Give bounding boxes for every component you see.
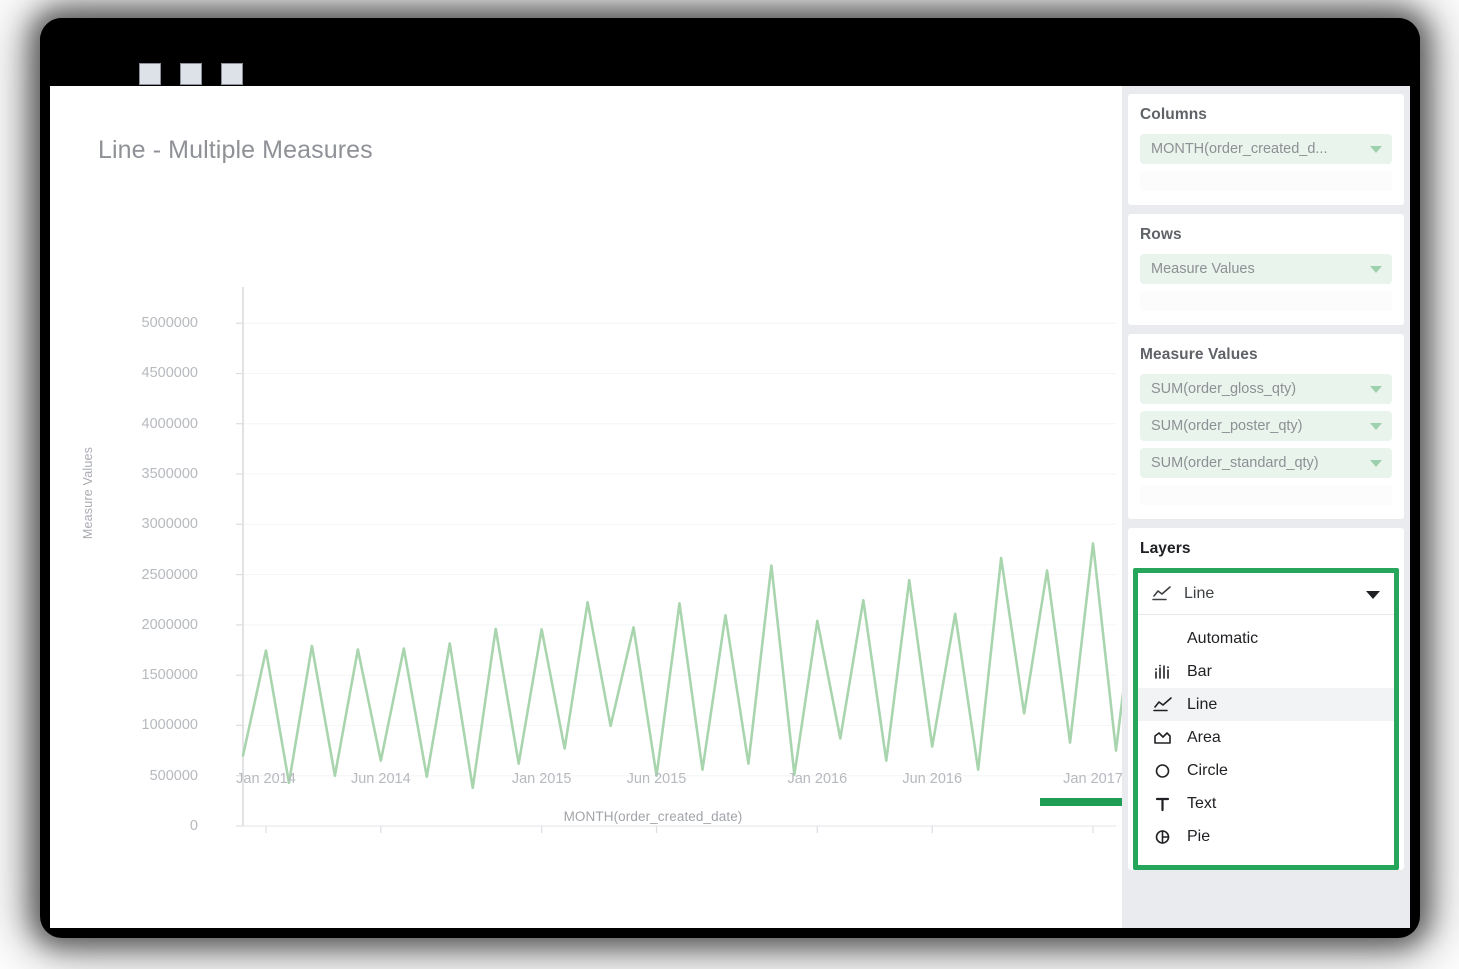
caret-down-icon[interactable]: [1370, 386, 1382, 393]
line-chart-icon: [1152, 695, 1174, 715]
bar-chart-icon: [1152, 662, 1174, 682]
measure-pill-gloss[interactable]: SUM(order_gloss_qty): [1140, 374, 1392, 404]
measure-values-card: Measure Values SUM(order_gloss_qty) SUM(…: [1128, 334, 1404, 519]
caret-down-icon[interactable]: [1370, 460, 1382, 467]
layers-menu-item-line[interactable]: Line: [1138, 688, 1394, 721]
measure-pill-label: SUM(order_poster_qty): [1151, 418, 1303, 434]
caret-down-icon[interactable]: [1370, 146, 1382, 153]
rows-title: Rows: [1140, 226, 1392, 244]
layers-menu-item-label: Line: [1187, 696, 1217, 714]
layers-menu-item-label: Pie: [1187, 828, 1210, 846]
x-axis-tick-label: Jun 2014: [351, 771, 411, 787]
window-titlebar: [40, 18, 1420, 86]
measure-pill-label: SUM(order_gloss_qty): [1151, 381, 1296, 397]
x-axis-tick-label: Jun 2016: [902, 771, 962, 787]
columns-pill-label: MONTH(order_created_d...: [1151, 141, 1327, 157]
layers-menu-item-label: Automatic: [1187, 630, 1258, 648]
right-sidebar: Columns MONTH(order_created_d... Rows Me…: [1122, 86, 1410, 928]
layers-menu-item-text[interactable]: Text: [1138, 787, 1394, 820]
layers-card: Layers Line Automa: [1128, 528, 1404, 870]
layers-menu-item-label: Circle: [1187, 762, 1228, 780]
layers-menu-item-area[interactable]: Area: [1138, 721, 1394, 754]
measure-values-dropzone[interactable]: [1140, 485, 1392, 505]
layers-dropdown-menu: Automatic Bar Line Area Circle Text: [1138, 615, 1394, 865]
measure-values-title: Measure Values: [1140, 346, 1392, 364]
caret-down-icon[interactable]: [1370, 423, 1382, 430]
rows-pill-measure-values[interactable]: Measure Values: [1140, 254, 1392, 284]
window-button-1[interactable]: [139, 63, 161, 85]
measure-pill-standard[interactable]: SUM(order_standard_qty): [1140, 448, 1392, 478]
x-axis-tick-label: Jan 2016: [787, 771, 847, 787]
app-body: Line - Multiple Measures 050000010000001…: [50, 86, 1410, 928]
line-chart-icon: [1152, 586, 1172, 602]
rows-dropzone[interactable]: [1140, 291, 1392, 311]
x-axis-tick-label: Jun 2015: [627, 771, 687, 787]
x-axis-title: MONTH(order_created_date): [198, 809, 1108, 824]
layers-menu-item-pie[interactable]: Pie: [1138, 820, 1394, 853]
layers-selected-label: Line: [1184, 585, 1214, 603]
x-axis-ticks: Jan 2014 Jun 2014 Jan 2015 Jun 2015 Jan 2016…: [50, 86, 1122, 928]
measure-pill-label: SUM(order_standard_qty): [1151, 455, 1319, 471]
layers-menu-item-label: Text: [1187, 795, 1216, 813]
x-axis-tick-label: Jan 2015: [512, 771, 572, 787]
chart-pane: Line - Multiple Measures 050000010000001…: [50, 86, 1122, 928]
rows-pill-label: Measure Values: [1151, 261, 1255, 277]
area-chart-icon: [1152, 728, 1174, 748]
rows-card: Rows Measure Values: [1128, 214, 1404, 325]
window-button-2[interactable]: [180, 63, 202, 85]
pie-chart-icon: [1152, 827, 1174, 847]
x-axis-tick-label: Jan 2014: [236, 771, 296, 787]
caret-down-icon[interactable]: [1370, 266, 1382, 273]
columns-title: Columns: [1140, 106, 1392, 124]
columns-dropzone[interactable]: [1140, 171, 1392, 191]
measure-pill-poster[interactable]: SUM(order_poster_qty): [1140, 411, 1392, 441]
layers-menu-item-label: Bar: [1187, 663, 1212, 681]
layers-menu-item-bar[interactable]: Bar: [1138, 655, 1394, 688]
layers-dropdown-highlight: Line Automatic Bar Line Area Circle: [1133, 568, 1399, 870]
chevron-down-icon[interactable]: [1366, 591, 1380, 599]
application-window: Line - Multiple Measures 050000010000001…: [40, 18, 1420, 938]
columns-card: Columns MONTH(order_created_d...: [1128, 94, 1404, 205]
layers-menu-item-automatic[interactable]: Automatic: [1138, 622, 1394, 655]
layers-select-trigger[interactable]: Line: [1138, 573, 1394, 615]
window-button-3[interactable]: [221, 63, 243, 85]
text-icon: [1152, 794, 1174, 814]
screenshot-root: Line - Multiple Measures 050000010000001…: [0, 0, 1459, 969]
columns-pill-month[interactable]: MONTH(order_created_d...: [1140, 134, 1392, 164]
layers-menu-item-label: Area: [1187, 729, 1221, 747]
y-axis-title: Measure Values: [81, 423, 95, 563]
layers-title: Layers: [1140, 540, 1392, 558]
layers-menu-item-circle[interactable]: Circle: [1138, 754, 1394, 787]
circle-icon: [1152, 761, 1174, 781]
